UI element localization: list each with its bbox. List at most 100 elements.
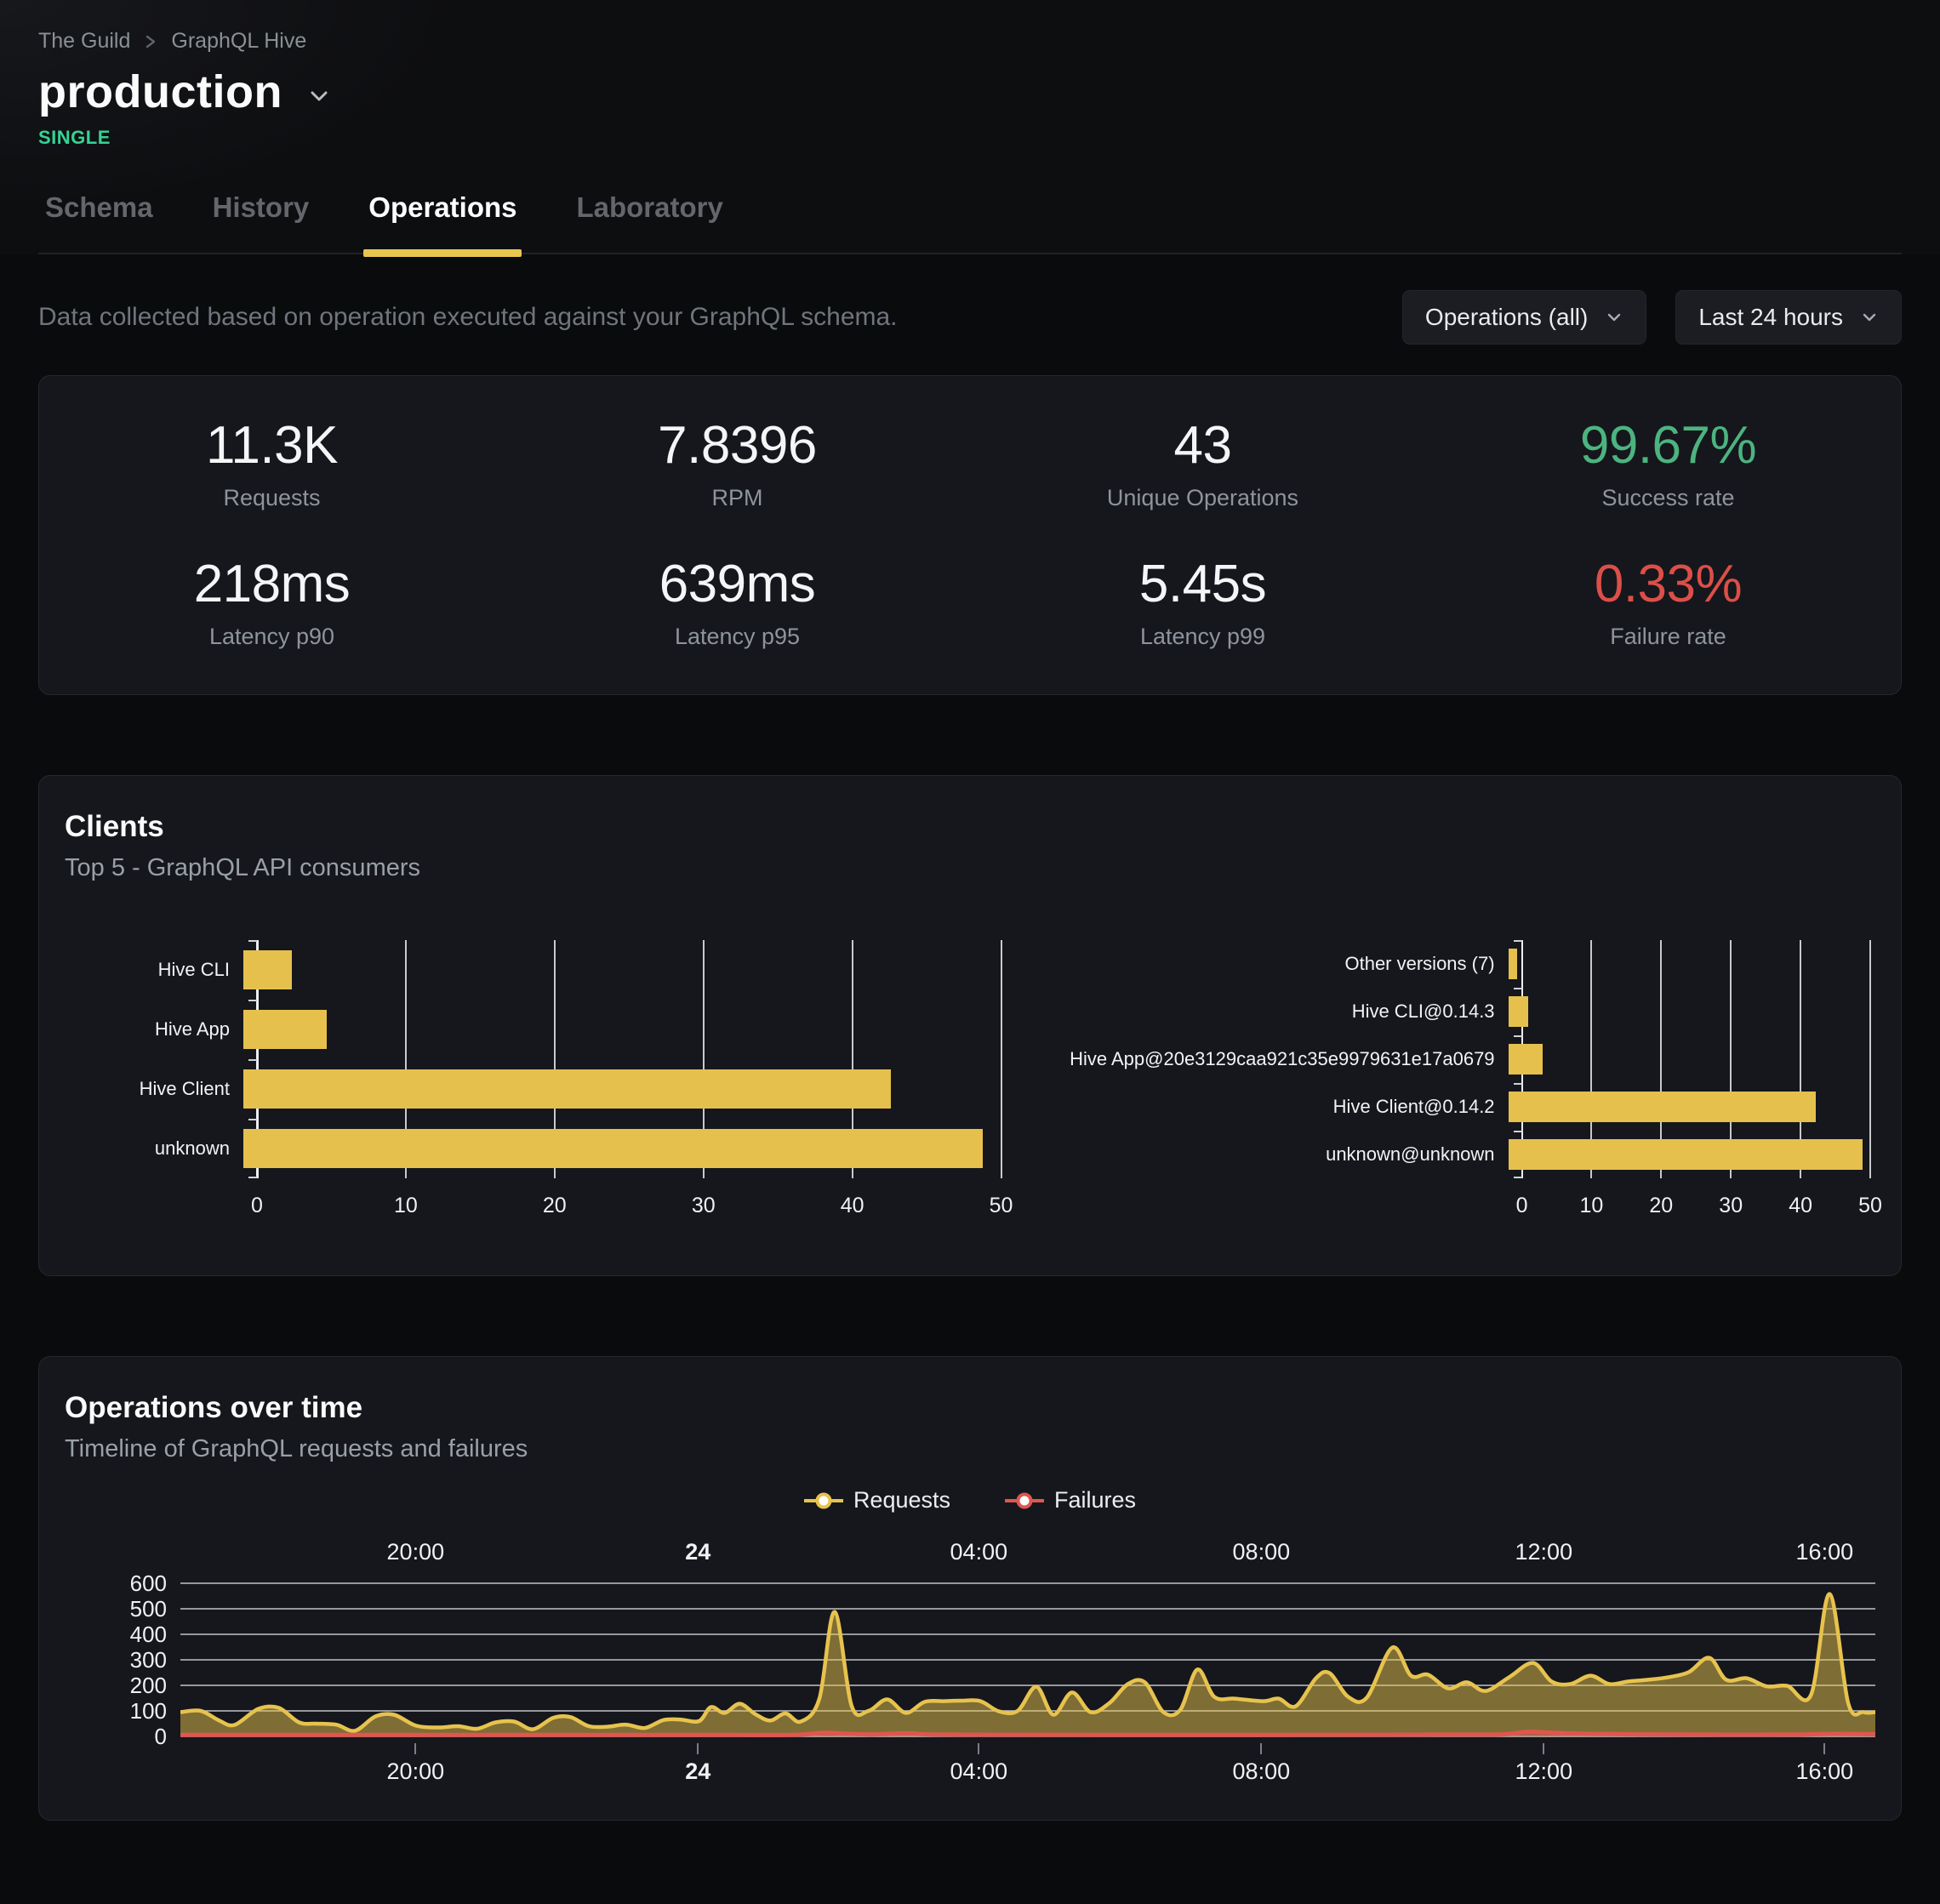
timeline-top-axis: 20:002404:0008:0012:0016:00 bbox=[180, 1539, 1872, 1576]
stat-value: 7.8396 bbox=[658, 417, 817, 475]
axis-tick-label: 24 bbox=[685, 1539, 710, 1565]
bar-category-label: Hive Client bbox=[65, 1078, 243, 1100]
legend-item-requests[interactable]: Requests bbox=[804, 1487, 950, 1514]
tab-history[interactable]: History bbox=[208, 191, 315, 253]
axis-tick bbox=[414, 1743, 416, 1754]
time-range-dropdown[interactable]: Last 24 hours bbox=[1675, 290, 1902, 345]
bar-chart-plot: Hive CLI Hive App Hive Client unknown bbox=[65, 940, 1007, 1178]
operations-filter-value: Operations (all) bbox=[1425, 304, 1588, 331]
bar[interactable] bbox=[243, 950, 292, 989]
axis-tick-label: 10 bbox=[1580, 1194, 1604, 1218]
legend-marker-icon bbox=[1005, 1492, 1044, 1509]
legend-item-failures[interactable]: Failures bbox=[1005, 1487, 1136, 1514]
stats-summary-card: 11.3K Requests 7.8396 RPM 43Unique Operation… bbox=[38, 375, 1902, 695]
stat-label: Requests bbox=[223, 485, 320, 511]
axis-tick-label: 40 bbox=[841, 1194, 864, 1218]
axis-tick-label: 0 bbox=[155, 1724, 167, 1750]
breadcrumb-org-link[interactable]: The Guild bbox=[38, 29, 130, 54]
bar-chart-plot: Other versions (7)Hive CLI@0.14.3Hive Ap… bbox=[1007, 940, 1875, 1178]
bar[interactable] bbox=[243, 1069, 891, 1109]
axis-tick-label: 16:00 bbox=[1796, 1539, 1854, 1565]
bar-track bbox=[1509, 1083, 1870, 1131]
axis-tick-label: 20 bbox=[1649, 1194, 1673, 1218]
table-row: Hive Client@0.14.2 bbox=[1007, 1083, 1875, 1131]
page-header: The Guild GraphQL Hive production SINGLE… bbox=[0, 0, 1940, 254]
axis-tick-label: 500 bbox=[130, 1596, 167, 1622]
stat-label: Failure rate bbox=[1610, 624, 1726, 650]
stat-label: Latency p90 bbox=[209, 624, 334, 650]
stat-value: 43 bbox=[1174, 417, 1232, 475]
timeline-chart[interactable]: 20:002404:0008:0012:0016:00 010020030040… bbox=[65, 1539, 1875, 1781]
timeline-bottom-axis: 20:002404:0008:0012:0016:00 bbox=[180, 1743, 1872, 1781]
stat-label: Success rate bbox=[1601, 485, 1734, 511]
bar-track bbox=[1509, 1035, 1870, 1083]
bar[interactable] bbox=[243, 1129, 983, 1168]
axis-tick-label: 10 bbox=[394, 1194, 418, 1218]
stat: 218ms Latency p90 bbox=[39, 556, 505, 650]
axis-tick-label: 40 bbox=[1789, 1194, 1812, 1218]
axis-tick bbox=[1823, 1743, 1825, 1754]
chevron-down-icon bbox=[1860, 308, 1879, 327]
bar-category-label: unknown bbox=[65, 1137, 243, 1160]
target-type-badge: SINGLE bbox=[38, 127, 1902, 149]
bar[interactable] bbox=[1509, 949, 1517, 979]
timeline-plot-area[interactable] bbox=[180, 1576, 1875, 1743]
stat-value: 0.33% bbox=[1595, 556, 1742, 613]
bar-category-label: unknown@unknown bbox=[1007, 1143, 1509, 1166]
stat-label: Latency p95 bbox=[675, 624, 800, 650]
bar-category-label: Hive CLI bbox=[65, 959, 243, 981]
ops-title: Operations over time bbox=[65, 1391, 1875, 1425]
stat-label: Latency p99 bbox=[1140, 624, 1265, 650]
axis-tick bbox=[697, 1743, 699, 1754]
main-content: Data collected based on operation execut… bbox=[0, 290, 1940, 1868]
bar-track bbox=[1509, 940, 1870, 988]
bar-track bbox=[243, 1059, 1001, 1119]
target-switcher-chevron-down-icon[interactable] bbox=[305, 82, 334, 111]
clients-card: Clients Top 5 - GraphQL API consumers Hi… bbox=[38, 775, 1902, 1276]
bar-chart-x-axis: 01020304050 bbox=[1522, 1178, 1870, 1228]
bar-category-label: Hive App bbox=[65, 1018, 243, 1040]
axis-tick-label: 04:00 bbox=[950, 1759, 1008, 1785]
stat: 99.67%Success rate bbox=[1435, 417, 1901, 511]
table-row: Hive Client bbox=[65, 1059, 1007, 1119]
bar[interactable] bbox=[1509, 1139, 1863, 1170]
bar[interactable] bbox=[1509, 996, 1529, 1027]
axis-tick-label: 24 bbox=[685, 1759, 710, 1785]
axis-tick-label: 400 bbox=[130, 1622, 167, 1648]
ops-subtitle: Timeline of GraphQL requests and failure… bbox=[65, 1435, 1875, 1463]
axis-tick-label: 200 bbox=[130, 1673, 167, 1699]
bar-track bbox=[1509, 988, 1870, 1035]
tab-schema[interactable]: Schema bbox=[40, 191, 158, 253]
legend-label: Requests bbox=[853, 1487, 950, 1514]
operations-filter-dropdown[interactable]: Operations (all) bbox=[1402, 290, 1646, 345]
clients-by-version-bar-chart[interactable]: Other versions (7)Hive CLI@0.14.3Hive Ap… bbox=[1007, 940, 1875, 1228]
stat: 11.3K Requests bbox=[39, 417, 505, 511]
stat-value: 218ms bbox=[194, 556, 351, 613]
bar-category-label: Hive Client@0.14.2 bbox=[1007, 1096, 1509, 1118]
table-row: unknown@unknown bbox=[1007, 1131, 1875, 1178]
stat-value: 11.3K bbox=[206, 417, 338, 475]
axis-tick-label: 20:00 bbox=[387, 1539, 445, 1565]
timeline-legend: Requests Failures bbox=[65, 1487, 1875, 1514]
breadcrumb-project-link[interactable]: GraphQL Hive bbox=[171, 29, 306, 54]
axis-tick-label: 12:00 bbox=[1515, 1539, 1573, 1565]
bar-track bbox=[1509, 1131, 1870, 1178]
axis-tick-label: 08:00 bbox=[1233, 1759, 1291, 1785]
bar[interactable] bbox=[1509, 1044, 1543, 1075]
tab-laboratory[interactable]: Laboratory bbox=[571, 191, 728, 253]
filters-toolbar: Data collected based on operation execut… bbox=[38, 290, 1902, 345]
axis-tick-label: 50 bbox=[1858, 1194, 1882, 1218]
stat-label: RPM bbox=[712, 485, 763, 511]
axis-tick bbox=[1260, 1743, 1262, 1754]
bar[interactable] bbox=[1509, 1092, 1817, 1122]
bar[interactable] bbox=[243, 1010, 327, 1049]
chevron-down-icon bbox=[1605, 308, 1623, 327]
table-row: unknown bbox=[65, 1119, 1007, 1178]
axis-tick-label: 12:00 bbox=[1515, 1759, 1573, 1785]
tab-operations[interactable]: Operations bbox=[363, 191, 522, 253]
axis-tick-label: 600 bbox=[130, 1571, 167, 1597]
bar-category-label: Hive App@20e3129caa921c35e9979631e17a067… bbox=[1007, 1048, 1509, 1070]
operations-over-time-card: Operations over time Timeline of GraphQL… bbox=[38, 1356, 1902, 1821]
clients-by-name-bar-chart[interactable]: Hive CLIHive AppHive Clientunknown010203… bbox=[65, 940, 1007, 1228]
stat: 43Unique Operations bbox=[970, 417, 1435, 511]
